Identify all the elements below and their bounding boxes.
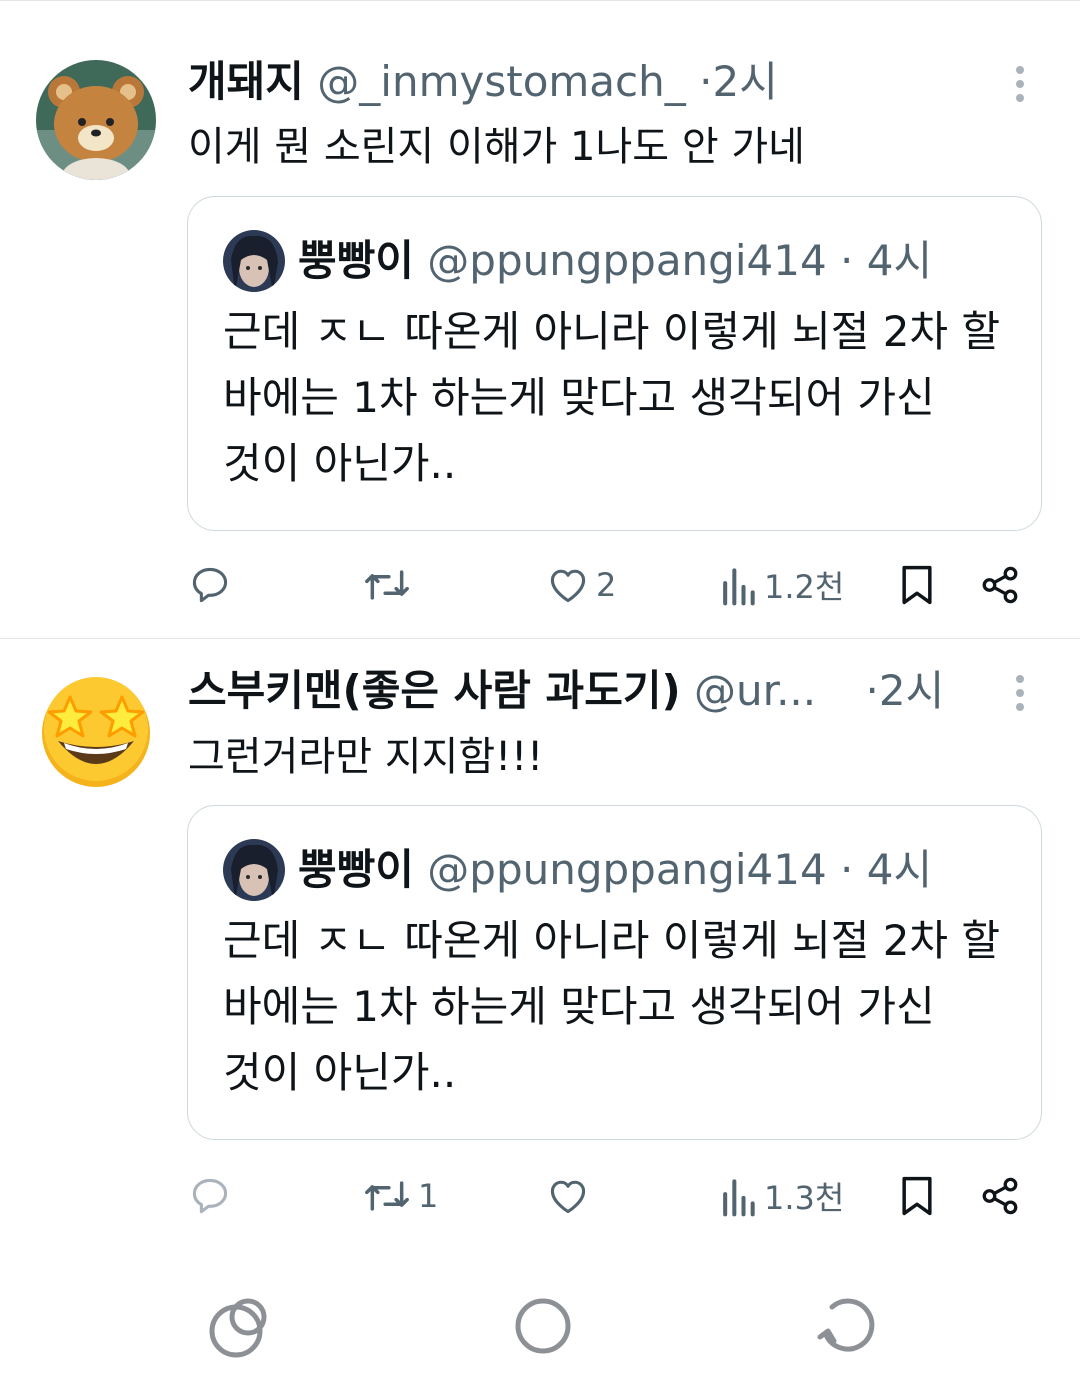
- quoted-tweet[interactable]: 뿡빵이 @ppungppangi414 · 4시 근데 ㅈㄴ 따온게 아니라 이…: [187, 805, 1042, 1140]
- separator-dot: ·: [865, 666, 879, 715]
- views-count: 1.2천: [764, 568, 845, 606]
- quoted-timestamp: 4시: [866, 845, 933, 894]
- bookmark-button[interactable]: [897, 1171, 937, 1221]
- display-name[interactable]: 스부키맨(좋은 사람 과도기): [188, 666, 681, 715]
- more-options-icon[interactable]: [1008, 66, 1032, 106]
- views-icon: [723, 1179, 755, 1217]
- reply-button[interactable]: [188, 560, 238, 610]
- tweet-text: 그런거라만 지지함!!!: [188, 734, 544, 780]
- reply-icon: [192, 567, 228, 603]
- user-handle[interactable]: @_inmystomach_: [317, 57, 685, 106]
- timestamp[interactable]: 2시: [712, 57, 777, 106]
- like-button[interactable]: 2: [546, 560, 616, 610]
- quoted-text-line: 바에는 1차 하는게 맞다고 생각되어 가신: [223, 373, 935, 422]
- quoted-handle: @ppungppangi414: [427, 845, 827, 894]
- bookmark-icon: [902, 565, 932, 605]
- tweet[interactable]: 스부키맨(좋은 사람 과도기) @ur... ·2시 그런거라만 지지함!!! …: [0, 639, 1080, 1249]
- tweet[interactable]: 개돼지 @_inmystomach_ ·2시 이게 뭔 소린지 이해가 1나도 …: [0, 0, 1080, 639]
- share-button[interactable]: [979, 1171, 1021, 1221]
- quoted-display-name: 뿡빵이: [298, 236, 414, 285]
- quoted-header: 뿡빵이 @ppungppangi414 · 4시: [298, 234, 1021, 288]
- timestamp[interactable]: 2시: [879, 666, 944, 715]
- action-bar: 2 1.2천: [0, 560, 1080, 610]
- share-icon: [982, 566, 1018, 604]
- share-icon: [982, 1177, 1018, 1215]
- action-bar: 1 1.3천: [0, 1171, 1080, 1221]
- system-navigation-bar: [0, 1248, 1080, 1393]
- separator-dot: ·: [840, 236, 854, 285]
- user-handle[interactable]: @ur...: [694, 666, 816, 715]
- quoted-timestamp: 4시: [866, 236, 933, 285]
- quoted-avatar-icon[interactable]: [223, 230, 285, 292]
- reply-button[interactable]: [188, 1171, 238, 1221]
- retweet-button[interactable]: [362, 560, 418, 610]
- views-count: 1.3천: [764, 1179, 845, 1217]
- more-options-icon[interactable]: [1008, 675, 1032, 715]
- retweet-count: 1: [418, 1177, 439, 1215]
- quoted-text-line: 근데 ㅈㄴ 따온게 아니라 이렇게 뇌절 2차 할: [223, 307, 1001, 356]
- retweet-icon: [365, 1181, 409, 1211]
- heart-icon: [550, 569, 586, 603]
- tweet-header: 개돼지 @_inmystomach_ ·2시: [188, 56, 970, 108]
- retweet-button[interactable]: 1: [362, 1171, 438, 1221]
- heart-icon: [550, 1180, 586, 1214]
- avatar-star-struck-emoji-icon[interactable]: [36, 669, 156, 789]
- views-button[interactable]: 1.2천: [718, 560, 844, 610]
- quoted-text-line: 것이 아닌가..: [223, 1048, 457, 1097]
- tweet-text: 이게 뭔 소린지 이해가 1나도 안 가네: [188, 124, 805, 170]
- quoted-text-line: 것이 아닌가..: [223, 439, 457, 488]
- display-name[interactable]: 개돼지: [188, 57, 304, 106]
- quoted-tweet[interactable]: 뿡빵이 @ppungppangi414 · 4시 근데 ㅈㄴ 따온게 아니라 이…: [187, 196, 1042, 531]
- quoted-text: 근데 ㅈㄴ 따온게 아니라 이렇게 뇌절 2차 할 바에는 1차 하는게 맞다고…: [223, 299, 1011, 497]
- quoted-text-line: 근데 ㅈㄴ 따온게 아니라 이렇게 뇌절 2차 할: [223, 916, 1001, 965]
- separator-dot: ·: [699, 57, 713, 106]
- views-button[interactable]: 1.3천: [718, 1171, 844, 1221]
- reply-icon: [192, 1178, 228, 1214]
- separator-dot: ·: [840, 845, 854, 894]
- quoted-header: 뿡빵이 @ppungppangi414 · 4시: [298, 843, 1021, 897]
- quoted-text-line: 바에는 1차 하는게 맞다고 생각되어 가신: [223, 982, 935, 1031]
- like-button[interactable]: [546, 1171, 596, 1221]
- quoted-handle: @ppungppangi414: [427, 236, 827, 285]
- quoted-avatar-icon[interactable]: [223, 839, 285, 901]
- avatar-bear-icon[interactable]: [36, 60, 156, 180]
- tweet-header: 스부키맨(좋은 사람 과도기) @ur... ·2시: [188, 665, 970, 717]
- share-button[interactable]: [979, 560, 1021, 610]
- recent-apps-icon[interactable]: [206, 1291, 276, 1361]
- quoted-display-name: 뿡빵이: [298, 845, 414, 894]
- bookmark-button[interactable]: [897, 560, 937, 610]
- back-icon[interactable]: [810, 1291, 880, 1361]
- bookmark-icon: [902, 1176, 932, 1216]
- views-icon: [723, 568, 755, 606]
- retweet-icon: [365, 570, 409, 600]
- quoted-text: 근데 ㅈㄴ 따온게 아니라 이렇게 뇌절 2차 할 바에는 1차 하는게 맞다고…: [223, 908, 1011, 1106]
- home-icon[interactable]: [508, 1291, 578, 1361]
- timeline: 개돼지 @_inmystomach_ ·2시 이게 뭔 소린지 이해가 1나도 …: [0, 0, 1080, 1249]
- like-count: 2: [596, 566, 617, 604]
